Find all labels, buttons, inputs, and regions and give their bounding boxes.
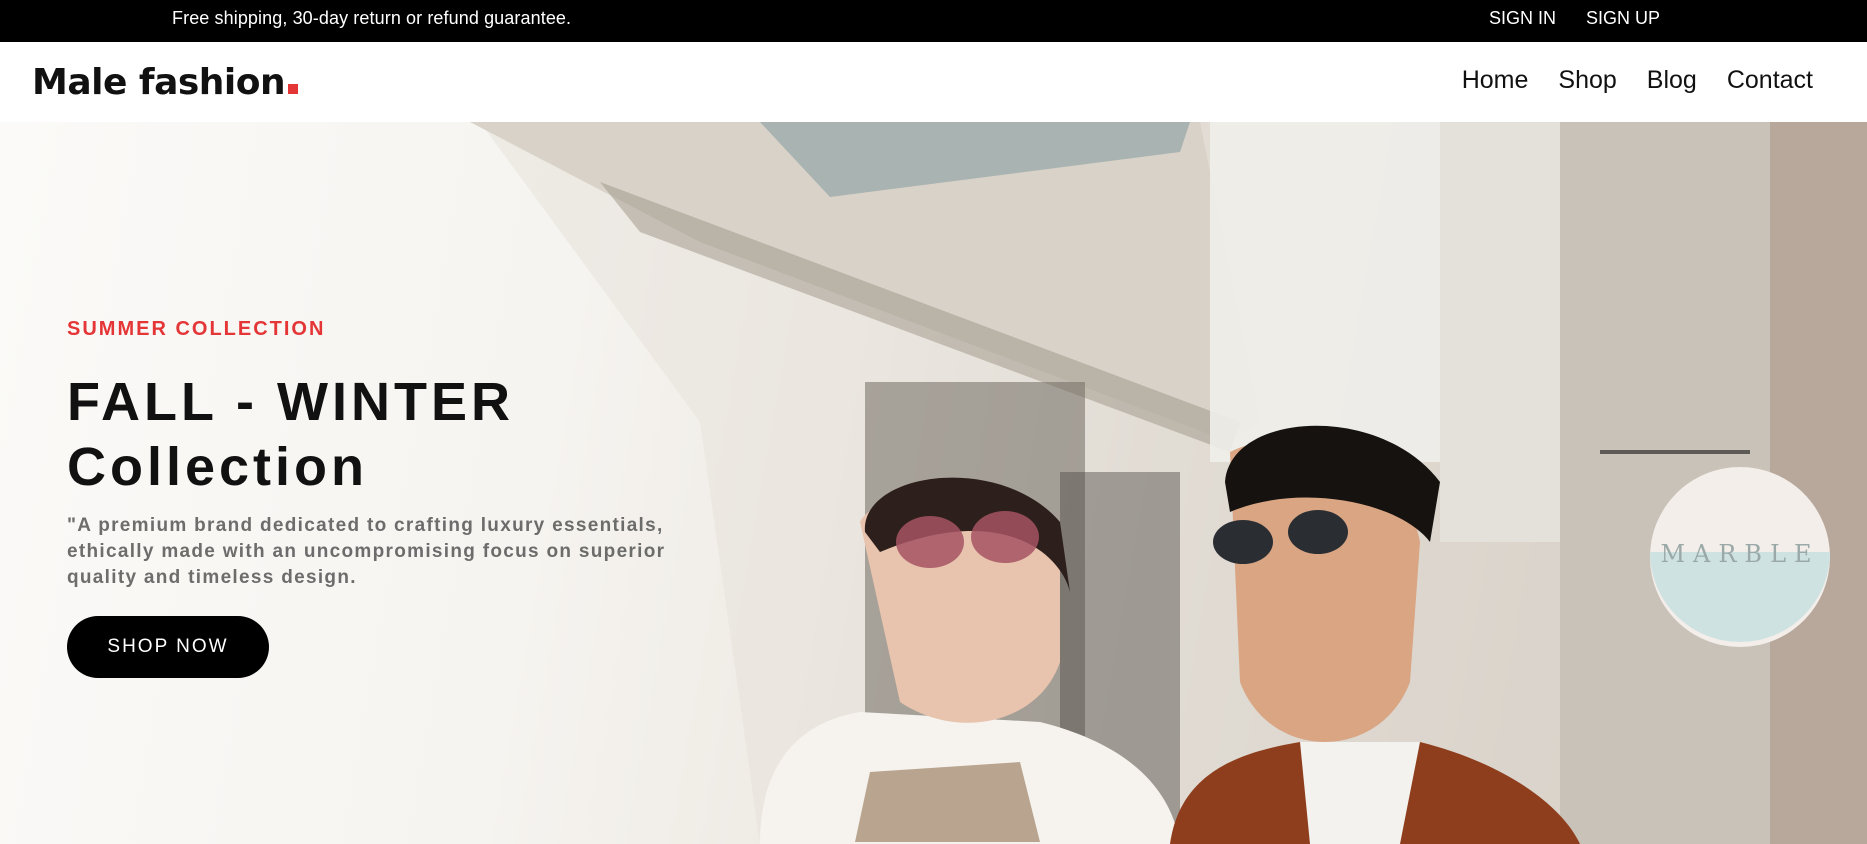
- nav-contact[interactable]: Contact: [1727, 66, 1813, 95]
- nav-home[interactable]: Home: [1462, 66, 1529, 95]
- marble-sign-text: MARBLE: [1660, 540, 1819, 568]
- logo-dot-icon: [288, 84, 299, 94]
- hero-description: "A premium brand dedicated to crafting l…: [67, 515, 666, 588]
- logo-text: Male fashion: [32, 62, 286, 103]
- auth-links: SIGN IN SIGN UP: [1489, 8, 1660, 29]
- main-nav: Home Shop Blog Contact: [1462, 66, 1813, 95]
- nav-shop[interactable]: Shop: [1558, 66, 1616, 95]
- hero-subtitle: SUMMER COLLECTION: [67, 318, 326, 340]
- hero-title: FALL - WINTER Collection: [67, 370, 667, 500]
- top-bar: Free shipping, 30-day return or refund g…: [0, 0, 1867, 42]
- sign-in-link[interactable]: SIGN IN: [1489, 8, 1556, 29]
- shop-now-button[interactable]: SHOP NOW: [67, 616, 269, 678]
- logo[interactable]: Male fashion: [32, 62, 299, 103]
- hero-banner: MARBLE SUMMER COLLECTION FALL - WINTER C…: [0, 122, 1867, 844]
- promo-text: Free shipping, 30-day return or refund g…: [172, 8, 572, 28]
- hero-title-line1: FALL - WINTER: [67, 372, 514, 432]
- hero-title-line2: Collection: [67, 437, 369, 497]
- site-header: Male fashion Home Shop Blog Contact: [0, 42, 1867, 122]
- nav-blog[interactable]: Blog: [1647, 66, 1697, 95]
- sign-up-link[interactable]: SIGN UP: [1586, 8, 1660, 29]
